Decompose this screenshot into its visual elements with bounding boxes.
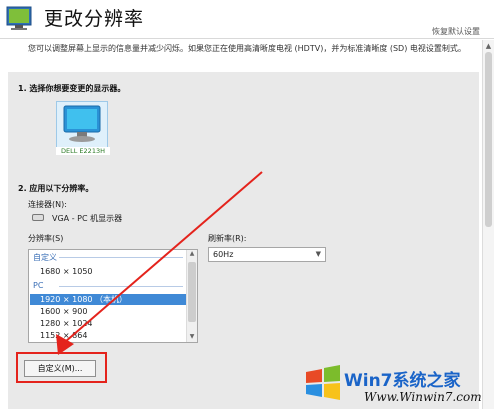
watermark-text: Win7系统之家	[344, 371, 461, 391]
watermark: Win7系统之家 Www.Winwin7.com	[300, 360, 490, 406]
annotation-arrow	[56, 171, 263, 355]
watermark-url: Www.Winwin7.com	[364, 390, 482, 404]
windows-logo-icon	[306, 365, 340, 400]
